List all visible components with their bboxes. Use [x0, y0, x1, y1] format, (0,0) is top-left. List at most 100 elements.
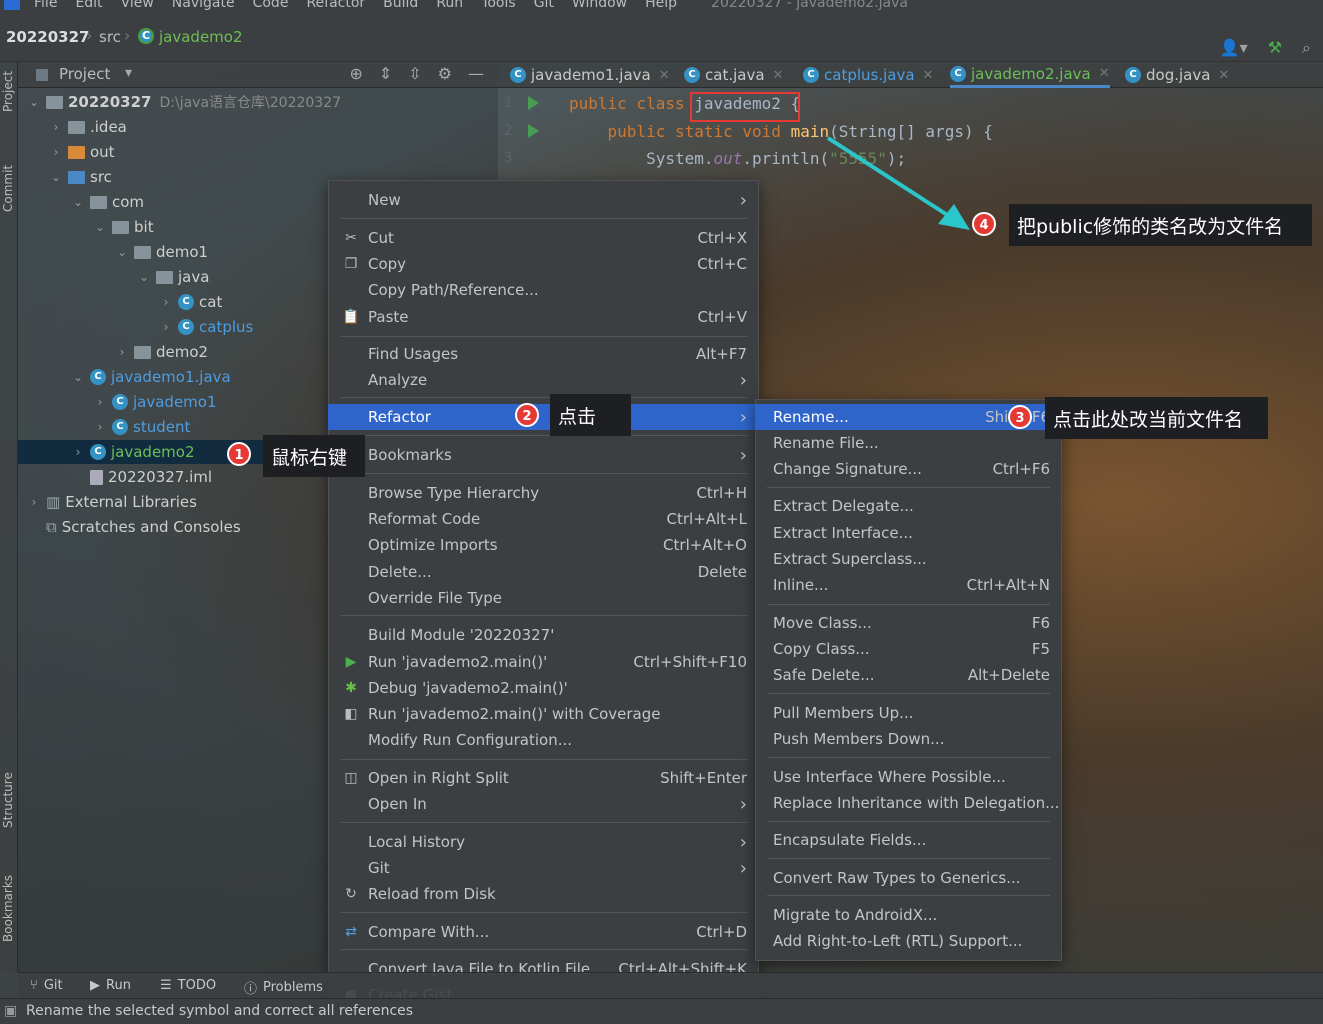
chevron-right-icon[interactable]: ›	[48, 120, 64, 134]
chevron-down-icon[interactable]: ⌄	[70, 195, 86, 209]
context-menu-item[interactable]: Find Usages Alt+F7	[328, 341, 759, 367]
close-icon[interactable]: ✕	[1218, 68, 1229, 83]
menu-refactor[interactable]: Refactor	[306, 0, 365, 11]
chevron-down-icon[interactable]: ⌄	[114, 245, 130, 259]
context-menu-item[interactable]: ◧ Run 'javademo2.main()' with Coverage	[328, 701, 759, 727]
chevron-right-icon[interactable]: ›	[114, 345, 130, 359]
refactor-menu-item[interactable]: Extract Superclass...	[755, 546, 1062, 572]
menu-build[interactable]: Build	[383, 0, 418, 11]
context-menu-item[interactable]: Reformat Code Ctrl+Alt+L	[328, 506, 759, 532]
tree-item-catplus[interactable]: › Ccatplus	[158, 315, 254, 339]
tab-cat[interactable]: Ccat.java ✕	[684, 62, 783, 88]
context-menu-item[interactable]: New ›	[328, 187, 759, 213]
tree-item-demo1[interactable]: ⌄ demo1	[114, 240, 208, 264]
tree-item-javademo1-java[interactable]: ⌄ Cjavademo1.java	[70, 365, 231, 389]
menu-code[interactable]: Code	[253, 0, 289, 11]
tree-item-external-libraries[interactable]: › ▥ External Libraries	[26, 490, 197, 514]
refactor-menu-item[interactable]: Copy Class... F5	[755, 636, 1062, 662]
gear-icon[interactable]: ⚙	[438, 64, 452, 83]
tab-javademo1[interactable]: Cjavademo1.java ✕	[510, 62, 670, 88]
tree-item-src[interactable]: ⌄ src	[48, 165, 112, 189]
menu-view[interactable]: View	[121, 0, 154, 11]
breadcrumb-src[interactable]: src	[99, 28, 121, 46]
chevron-down-icon[interactable]: ⌄	[70, 370, 86, 384]
problems-tool-tab[interactable]: ⓘ Problems	[244, 978, 323, 997]
context-menu-item[interactable]: Local History ›	[328, 829, 759, 855]
chevron-down-icon[interactable]: ⌄	[136, 270, 152, 284]
context-menu-item[interactable]: Browse Type Hierarchy Ctrl+H	[328, 480, 759, 506]
chevron-right-icon[interactable]: ›	[92, 420, 108, 434]
minimize-icon[interactable]: —	[468, 64, 484, 83]
breadcrumb-project[interactable]: 20220327	[6, 28, 90, 46]
context-menu-item[interactable]: 📋 Paste Ctrl+V	[328, 304, 759, 330]
todo-tool-tab[interactable]: ☰ TODO	[160, 978, 216, 993]
menu-file[interactable]: File	[34, 0, 57, 11]
tree-item-cat[interactable]: › Ccat	[158, 290, 223, 314]
tree-item-javademo1[interactable]: › Cjavademo1	[92, 390, 217, 414]
chevron-down-icon[interactable]: ⌄	[92, 220, 108, 234]
context-menu-item[interactable]: Refactor ›	[328, 404, 759, 430]
context-menu-item[interactable]: ❐ Copy Ctrl+C	[328, 251, 759, 277]
context-menu-item[interactable]: ✱ Debug 'javademo2.main()'	[328, 675, 759, 701]
toggle-panels-icon[interactable]: ▣	[4, 1003, 17, 1019]
menu-run[interactable]: Run	[436, 0, 463, 11]
tree-item-out[interactable]: › out	[48, 140, 115, 164]
menu-help[interactable]: Help	[645, 0, 677, 11]
context-menu-item[interactable]: Delete... Delete	[328, 559, 759, 585]
tree-item-iml[interactable]: 20220327.iml	[70, 465, 212, 489]
context-menu-item[interactable]: ◫ Open in Right Split Shift+Enter	[328, 765, 759, 791]
context-menu-item[interactable]: Git ›	[328, 855, 759, 881]
tab-javademo2[interactable]: Cjavademo2.java ✕	[950, 62, 1110, 88]
tab-dog[interactable]: Cdog.java ✕	[1125, 62, 1229, 88]
commit-tool-tab[interactable]: Commit	[1, 152, 17, 212]
menu-window[interactable]: Window	[572, 0, 627, 11]
context-menu-item[interactable]: Analyze ›	[328, 367, 759, 393]
chevron-right-icon[interactable]: ›	[158, 320, 174, 334]
tree-item-bit[interactable]: ⌄ bit	[92, 215, 154, 239]
refactor-menu-item[interactable]: Use Interface Where Possible...	[755, 764, 1062, 790]
run-gutter-icon[interactable]	[528, 96, 539, 110]
refactor-menu-item[interactable]: Rename File...	[755, 430, 1062, 456]
bookmarks-tool-tab[interactable]: Bookmarks	[1, 862, 17, 942]
context-menu-item[interactable]: Modify Run Configuration...	[328, 727, 759, 753]
refactor-menu-item[interactable]: Move Class... F6	[755, 610, 1062, 636]
project-view-selector[interactable]: Project	[59, 65, 110, 83]
structure-tool-tab[interactable]: Structure	[1, 758, 17, 828]
chevron-down-icon[interactable]: ▾	[125, 65, 132, 81]
project-tool-tab[interactable]: Project	[1, 62, 17, 112]
context-menu-item[interactable]: Build Module '20220327'	[328, 622, 759, 648]
refactor-menu-item[interactable]: Convert Raw Types to Generics...	[755, 865, 1062, 891]
menu-tools[interactable]: Tools	[481, 0, 516, 11]
tree-item-idea[interactable]: › .idea	[48, 115, 127, 139]
tab-catplus[interactable]: Ccatplus.java ✕	[803, 62, 933, 88]
git-tool-tab[interactable]: ⑂ Git	[30, 978, 63, 993]
refactor-menu-item[interactable]: Pull Members Up...	[755, 700, 1062, 726]
refactor-menu-item[interactable]: Safe Delete... Alt+Delete	[755, 662, 1062, 688]
context-menu-item[interactable]: Override File Type	[328, 585, 759, 611]
refactor-menu-item[interactable]: Change Signature... Ctrl+F6	[755, 456, 1062, 482]
tree-item-student[interactable]: › Cstudent	[92, 415, 191, 439]
refactor-menu-item[interactable]: Migrate to AndroidX...	[755, 902, 1062, 928]
user-icon[interactable]: 👤▾	[1220, 38, 1248, 58]
tree-item-root[interactable]: ⌄ 20220327 D:\java语言仓库\20220327	[26, 90, 341, 114]
close-icon[interactable]: ✕	[1099, 66, 1110, 81]
search-icon[interactable]: ⌕	[1302, 38, 1311, 58]
chevron-right-icon[interactable]: ›	[158, 295, 174, 309]
refactor-menu-item[interactable]: Push Members Down...	[755, 726, 1062, 752]
refactor-menu-item[interactable]: Inline... Ctrl+Alt+N	[755, 572, 1062, 598]
menu-navigate[interactable]: Navigate	[172, 0, 235, 11]
expand-all-icon[interactable]: ⇕	[379, 64, 392, 83]
chevron-right-icon[interactable]: ›	[92, 395, 108, 409]
context-menu-item[interactable]: Copy Path/Reference...	[328, 277, 759, 303]
context-menu-item[interactable]: Optimize Imports Ctrl+Alt+O	[328, 532, 759, 558]
chevron-right-icon[interactable]: ›	[48, 145, 64, 159]
context-menu-item[interactable]: ⇄ Compare With... Ctrl+D	[328, 919, 759, 945]
close-icon[interactable]: ✕	[773, 68, 784, 83]
chevron-down-icon[interactable]: ⌄	[26, 95, 42, 109]
refactor-menu-item[interactable]: Extract Interface...	[755, 520, 1062, 546]
context-menu-item[interactable]: Bookmarks ›	[328, 442, 759, 468]
refactor-menu-item[interactable]: Add Right-to-Left (RTL) Support...	[755, 928, 1062, 954]
context-menu-item[interactable]: Open In ›	[328, 791, 759, 817]
tree-item-com[interactable]: ⌄ com	[70, 190, 144, 214]
context-menu-item[interactable]: ✂ Cut Ctrl+X	[328, 225, 759, 251]
